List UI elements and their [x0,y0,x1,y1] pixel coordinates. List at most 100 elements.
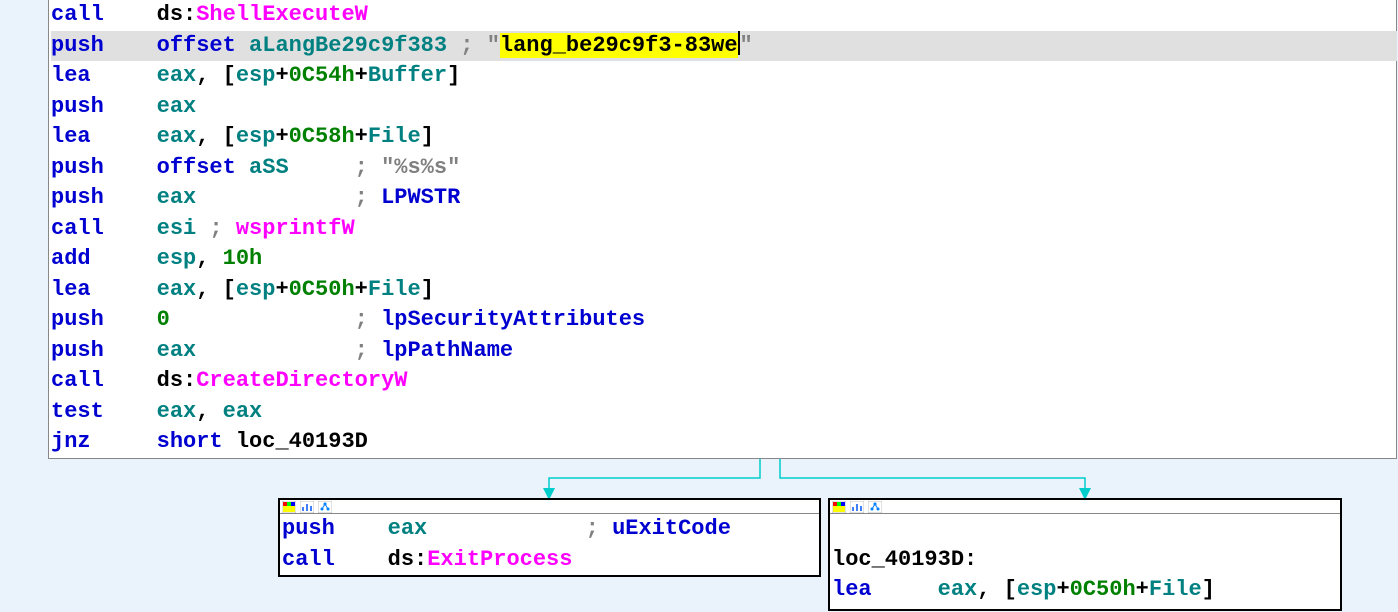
comment: ; " [447,33,500,58]
asm-line[interactable]: test eax, eax [51,397,1396,428]
api-call: ExitProcess [427,547,572,572]
reg: eax [157,185,197,210]
identifier: aSS [249,155,289,180]
op-prefix: ds: [157,2,197,27]
number: 0C58h [289,124,355,149]
color-icon [832,501,846,513]
mnem: push [51,338,104,363]
reg: esi [157,216,197,241]
reg: eax [223,399,263,424]
mnem: lea [51,124,91,149]
target-block[interactable]: loc_40193D: lea eax, [esp+0C50h+File] [828,498,1342,611]
reg: eax [157,338,197,363]
asm-line[interactable]: push 0 ; lpSecurityAttributes [51,305,1396,336]
reg: esp [236,124,276,149]
tree-icon [318,501,332,513]
comment: ; [355,338,381,363]
asm-line[interactable]: push eax ; lpPathName [51,336,1396,367]
op-prefix: ds: [388,547,428,572]
asm-line[interactable]: call ds:CreateDirectoryW [51,366,1396,397]
graph-icon [850,501,864,513]
mnem: push [282,516,335,541]
number: 10h [223,246,263,271]
asm-line[interactable]: push eax [51,92,1396,123]
identifier: loc_40193D [236,429,368,454]
main-disasm-block[interactable]: call ds:ShellExecuteW push offset aLangB… [48,0,1397,459]
graph-icon [300,501,314,513]
mnem: call [51,216,104,241]
api-type: lpSecurityAttributes [381,307,645,332]
op-prefix: ds: [157,368,197,393]
mnem: lea [51,277,91,302]
mnem: push [51,33,104,58]
asm-line[interactable]: jnz short loc_40193D [51,427,1396,458]
asm-line-selected[interactable]: push offset aLangBe29c9f383 ; "lang_be29… [51,31,1397,62]
reg: eax [157,399,197,424]
asm-empty-line [832,514,1340,545]
api-type: uExitCode [612,516,731,541]
reg: eax [157,277,197,302]
keyword: offset [157,33,236,58]
asm-line[interactable]: lea eax, [esp+0C54h+Buffer] [51,61,1396,92]
reg: eax [388,516,428,541]
comment: ; [355,307,381,332]
label: loc_40193D: [832,547,977,572]
block-header[interactable] [830,500,1340,514]
fallthrough-block[interactable]: push eax ; uExitCode call ds:ExitProcess [278,498,821,577]
api-call: wsprintfW [236,216,355,241]
mnem: jnz [51,429,91,454]
number: 0C50h [289,277,355,302]
comment: ; [355,185,381,210]
asm-line[interactable]: lea eax, [esp+0C50h+File] [832,575,1340,606]
comment: " [740,33,753,58]
reg: esp [157,246,197,271]
number: 0C50h [1070,577,1136,602]
mnem: lea [832,577,872,602]
asm-line[interactable]: add esp, 10h [51,244,1396,275]
keyword: offset [157,155,236,180]
api-type: lpPathName [381,338,513,363]
reg: esp [236,63,276,88]
reg: esp [1017,577,1057,602]
number: 0C54h [289,63,355,88]
identifier: Buffer [368,63,447,88]
api-call: CreateDirectoryW [196,368,407,393]
mnem: test [51,399,104,424]
mnem: push [51,185,104,210]
asm-line[interactable]: push eax ; uExitCode [282,514,819,545]
reg: eax [938,577,978,602]
comment: ; [196,216,236,241]
mnem: call [51,2,104,27]
asm-line[interactable]: lea eax, [esp+0C50h+File] [51,275,1396,306]
color-icon [282,501,296,513]
api-type: LPWSTR [381,185,460,210]
mnem: push [51,94,104,119]
block-header[interactable] [280,500,819,514]
tree-icon [868,501,882,513]
asm-label[interactable]: loc_40193D: [832,545,1340,576]
mnem: add [51,246,91,271]
asm-line[interactable]: call ds:ExitProcess [282,545,819,576]
identifier: File [368,277,421,302]
mnem: push [51,155,104,180]
mnem: call [51,368,104,393]
identifier: File [1149,577,1202,602]
mnem: lea [51,63,91,88]
identifier: aLangBe29c9f383 [249,33,447,58]
keyword: short [157,429,223,454]
number: 0 [157,307,170,332]
reg: eax [157,124,197,149]
comment: ; [586,516,612,541]
asm-line[interactable]: call ds:ShellExecuteW [51,0,1396,31]
asm-line[interactable]: push eax ; LPWSTR [51,183,1396,214]
mnem: call [282,547,335,572]
reg: eax [157,94,197,119]
asm-line[interactable]: lea eax, [esp+0C58h+File] [51,122,1396,153]
asm-line[interactable]: call esi ; wsprintfW [51,214,1396,245]
asm-line[interactable]: push offset aSS ; "%s%s" [51,153,1396,184]
mnem: push [51,307,104,332]
api-call: ShellExecuteW [196,2,368,27]
highlighted-string: lang_be29c9f3-83we [500,33,738,58]
reg: esp [236,277,276,302]
reg: eax [157,63,197,88]
